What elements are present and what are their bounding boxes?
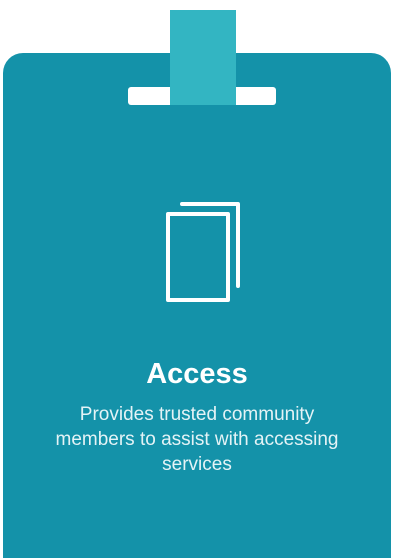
lanyard-strap-over-clip xyxy=(170,87,236,105)
documents-icon xyxy=(166,202,240,302)
card-title: Access xyxy=(146,358,248,390)
access-badge-card xyxy=(3,53,391,558)
card-description: Provides trusted community members to as… xyxy=(55,404,339,475)
access-card-stage: Access Provides trusted community member… xyxy=(0,0,394,558)
